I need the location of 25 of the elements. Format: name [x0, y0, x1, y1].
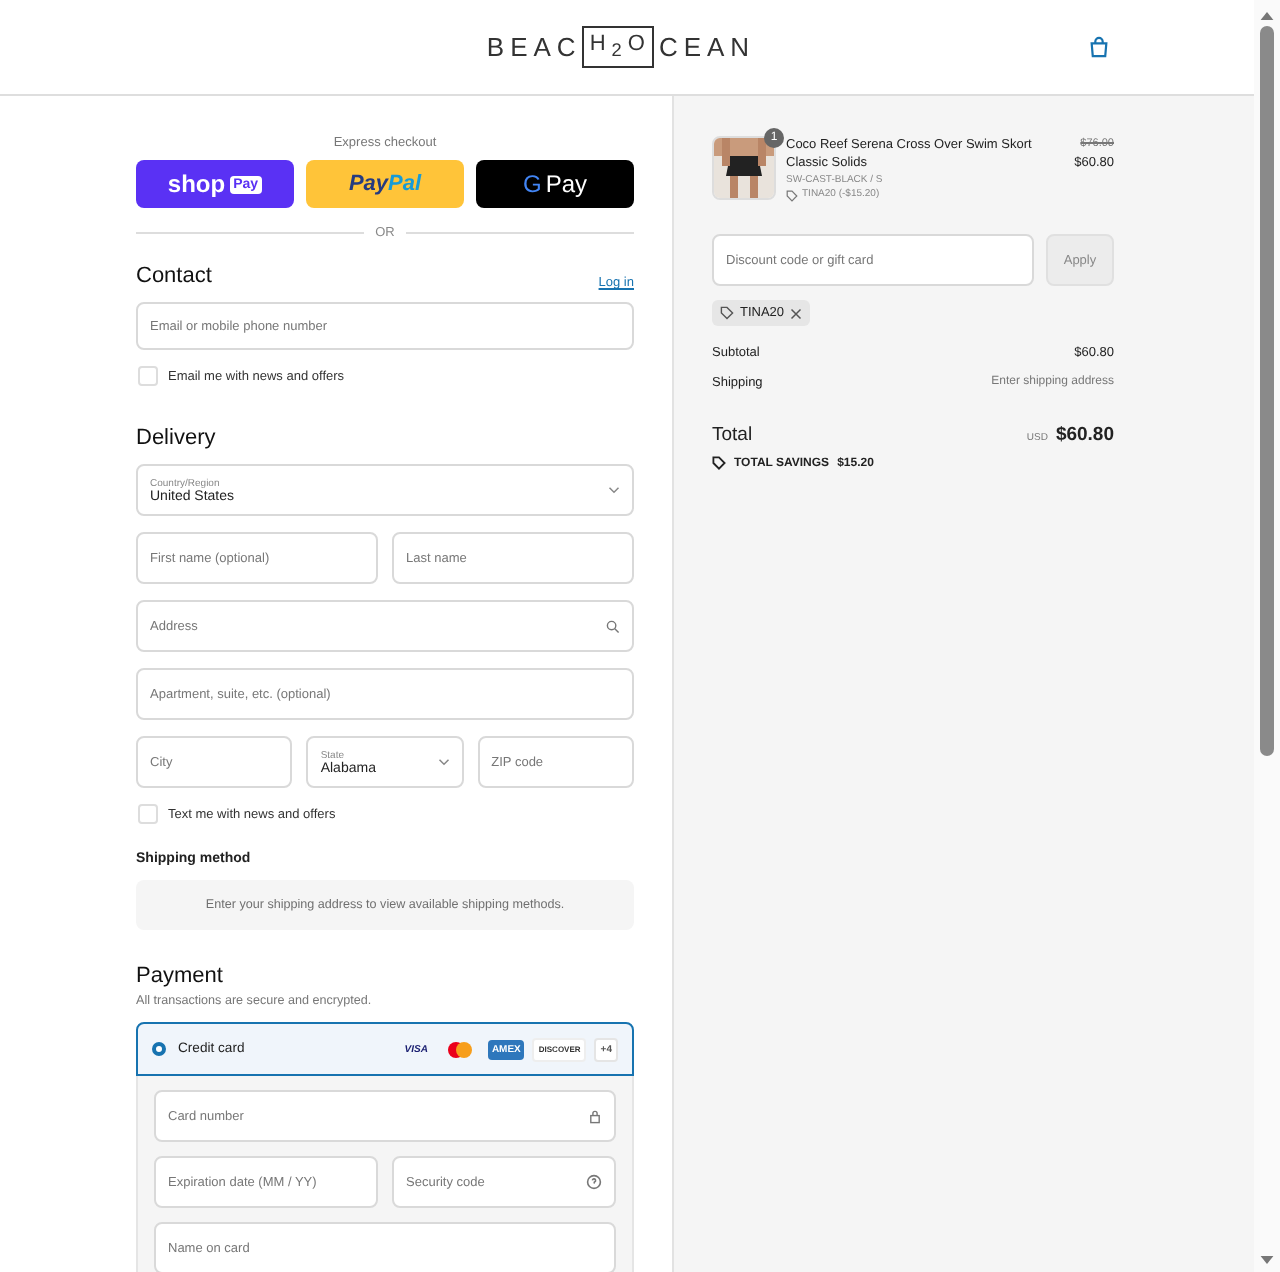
tag-icon [786, 189, 798, 202]
search-icon [606, 619, 620, 633]
total-amount: $60.80 [1055, 424, 1114, 447]
scroll-up-icon[interactable] [1260, 12, 1274, 20]
shopping-bag-icon[interactable] [1088, 36, 1110, 58]
section-heading: Delivery [136, 426, 218, 450]
help-icon [586, 1174, 602, 1190]
chevron-down-icon [608, 486, 620, 494]
store-logo[interactable]: BEAC H$_{2}$O CEAN [486, 25, 756, 69]
tag-icon [720, 306, 734, 321]
google-pay-button[interactable]: G Pay [476, 160, 634, 208]
paypal-button[interactable]: PayPal [306, 160, 464, 208]
scroll-down-icon[interactable] [1260, 1256, 1274, 1264]
radio-button[interactable] [152, 1042, 166, 1056]
scrollbar[interactable] [1254, 0, 1280, 1272]
checkbox[interactable] [138, 804, 158, 824]
section-heading: Payment [136, 964, 225, 988]
checkbox[interactable] [138, 366, 158, 386]
section-heading: Contact [136, 264, 212, 288]
lock-icon [588, 1109, 602, 1123]
chevron-down-icon [437, 758, 450, 766]
close-icon[interactable] [790, 307, 803, 320]
tag-icon [712, 456, 726, 471]
scrollbar-thumb[interactable] [1260, 26, 1274, 756]
total-label: Total [712, 424, 753, 447]
